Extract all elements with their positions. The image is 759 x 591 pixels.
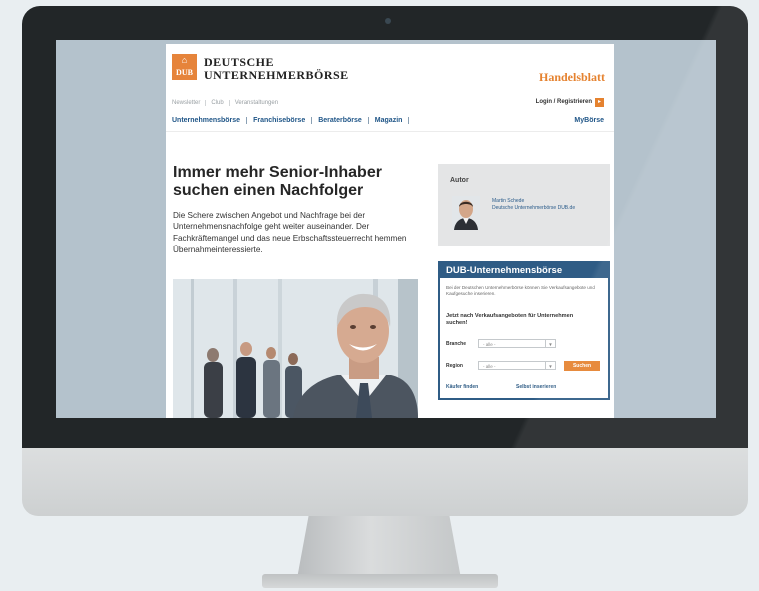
webcam-icon [385, 18, 391, 24]
author-avatar[interactable] [452, 196, 480, 230]
search-button[interactable]: Suchen [564, 361, 600, 371]
dub-intro-text: Bei der Deutschen Unternehmerbörse könne… [446, 285, 595, 296]
article-photo [173, 279, 418, 418]
nav-divider [166, 131, 614, 132]
chevron-down-icon: ▼ [545, 362, 555, 369]
branche-label: Branche [446, 341, 467, 347]
businessman-illustration [173, 279, 418, 418]
author-portrait [452, 196, 480, 230]
branche-select[interactable]: - alle - ▼ [478, 339, 556, 348]
topnav-events[interactable]: Veranstaltungen [230, 100, 283, 106]
topnav-newsletter[interactable]: Newsletter [172, 100, 207, 106]
dub-widget-title: DUB-Unternehmensbörse [440, 263, 608, 278]
nav-magazin[interactable]: Magazin [369, 117, 410, 124]
article-lead: Die Schere zwischen Angebot und Nachfrag… [173, 211, 407, 255]
nav-franchiseboerse[interactable]: Franchisebörse [247, 117, 313, 124]
author-org: Deutsche Unternehmerbörse DUB.de [492, 204, 576, 211]
login-arrow-icon[interactable]: ▸ [595, 98, 604, 107]
main-nav: Unternehmensbörse Franchisebörse Beraterbö… [172, 117, 422, 124]
author-box: Autor Martin Schede Deutsche Unternehmer… [438, 164, 610, 246]
dub-logo[interactable]: ⌂ DUB [172, 54, 197, 80]
insert-link[interactable]: Selbst inserieren [516, 384, 556, 390]
dub-search-widget: DUB-Unternehmensbörse Bei der Deutschen … [438, 261, 610, 400]
web-page: ⌂ DUB DEUTSCHE UNTERNEHMERBÖRSE Handelsb… [166, 44, 614, 418]
top-nav: Newsletter Club Veranstaltungen [172, 100, 283, 106]
monitor-screen: ⌂ DUB DEUTSCHE UNTERNEHMERBÖRSE Handelsb… [56, 40, 716, 418]
region-label: Region [446, 363, 463, 369]
partner-logo[interactable]: Handelsblatt [539, 70, 605, 85]
site-name[interactable]: DEUTSCHE UNTERNEHMERBÖRSE [204, 56, 349, 82]
author-name[interactable]: Martin Schede Deutsche Unternehmerbörse … [492, 198, 575, 211]
nav-unternehmensboerse[interactable]: Unternehmensbörse [172, 117, 248, 124]
region-select[interactable]: - alle - ▼ [478, 361, 556, 370]
dub-cta-text: Jetzt nach Verkaufsangeboten für Unterne… [446, 313, 574, 326]
find-buyer-link[interactable]: Käufer finden [446, 384, 478, 390]
chevron-down-icon: ▼ [545, 340, 555, 347]
nav-beraterboerse[interactable]: Beraterbörse [312, 117, 369, 124]
author-title: Autor [450, 177, 469, 184]
branche-value: - alle - [483, 342, 496, 347]
logo-badge: DUB [176, 68, 193, 77]
article-headline: Immer mehr Senior-Inhaber suchen einen N… [173, 164, 382, 199]
login-link[interactable]: Login / Registrieren [536, 99, 592, 105]
region-value: - alle - [483, 364, 496, 369]
monitor-foot [262, 574, 498, 588]
site-name-line2: UNTERNEHMERBÖRSE [204, 68, 349, 82]
topnav-club[interactable]: Club [206, 100, 230, 106]
house-icon: ⌂ [181, 55, 188, 65]
nav-myboerse[interactable]: MyBörse [574, 117, 604, 124]
